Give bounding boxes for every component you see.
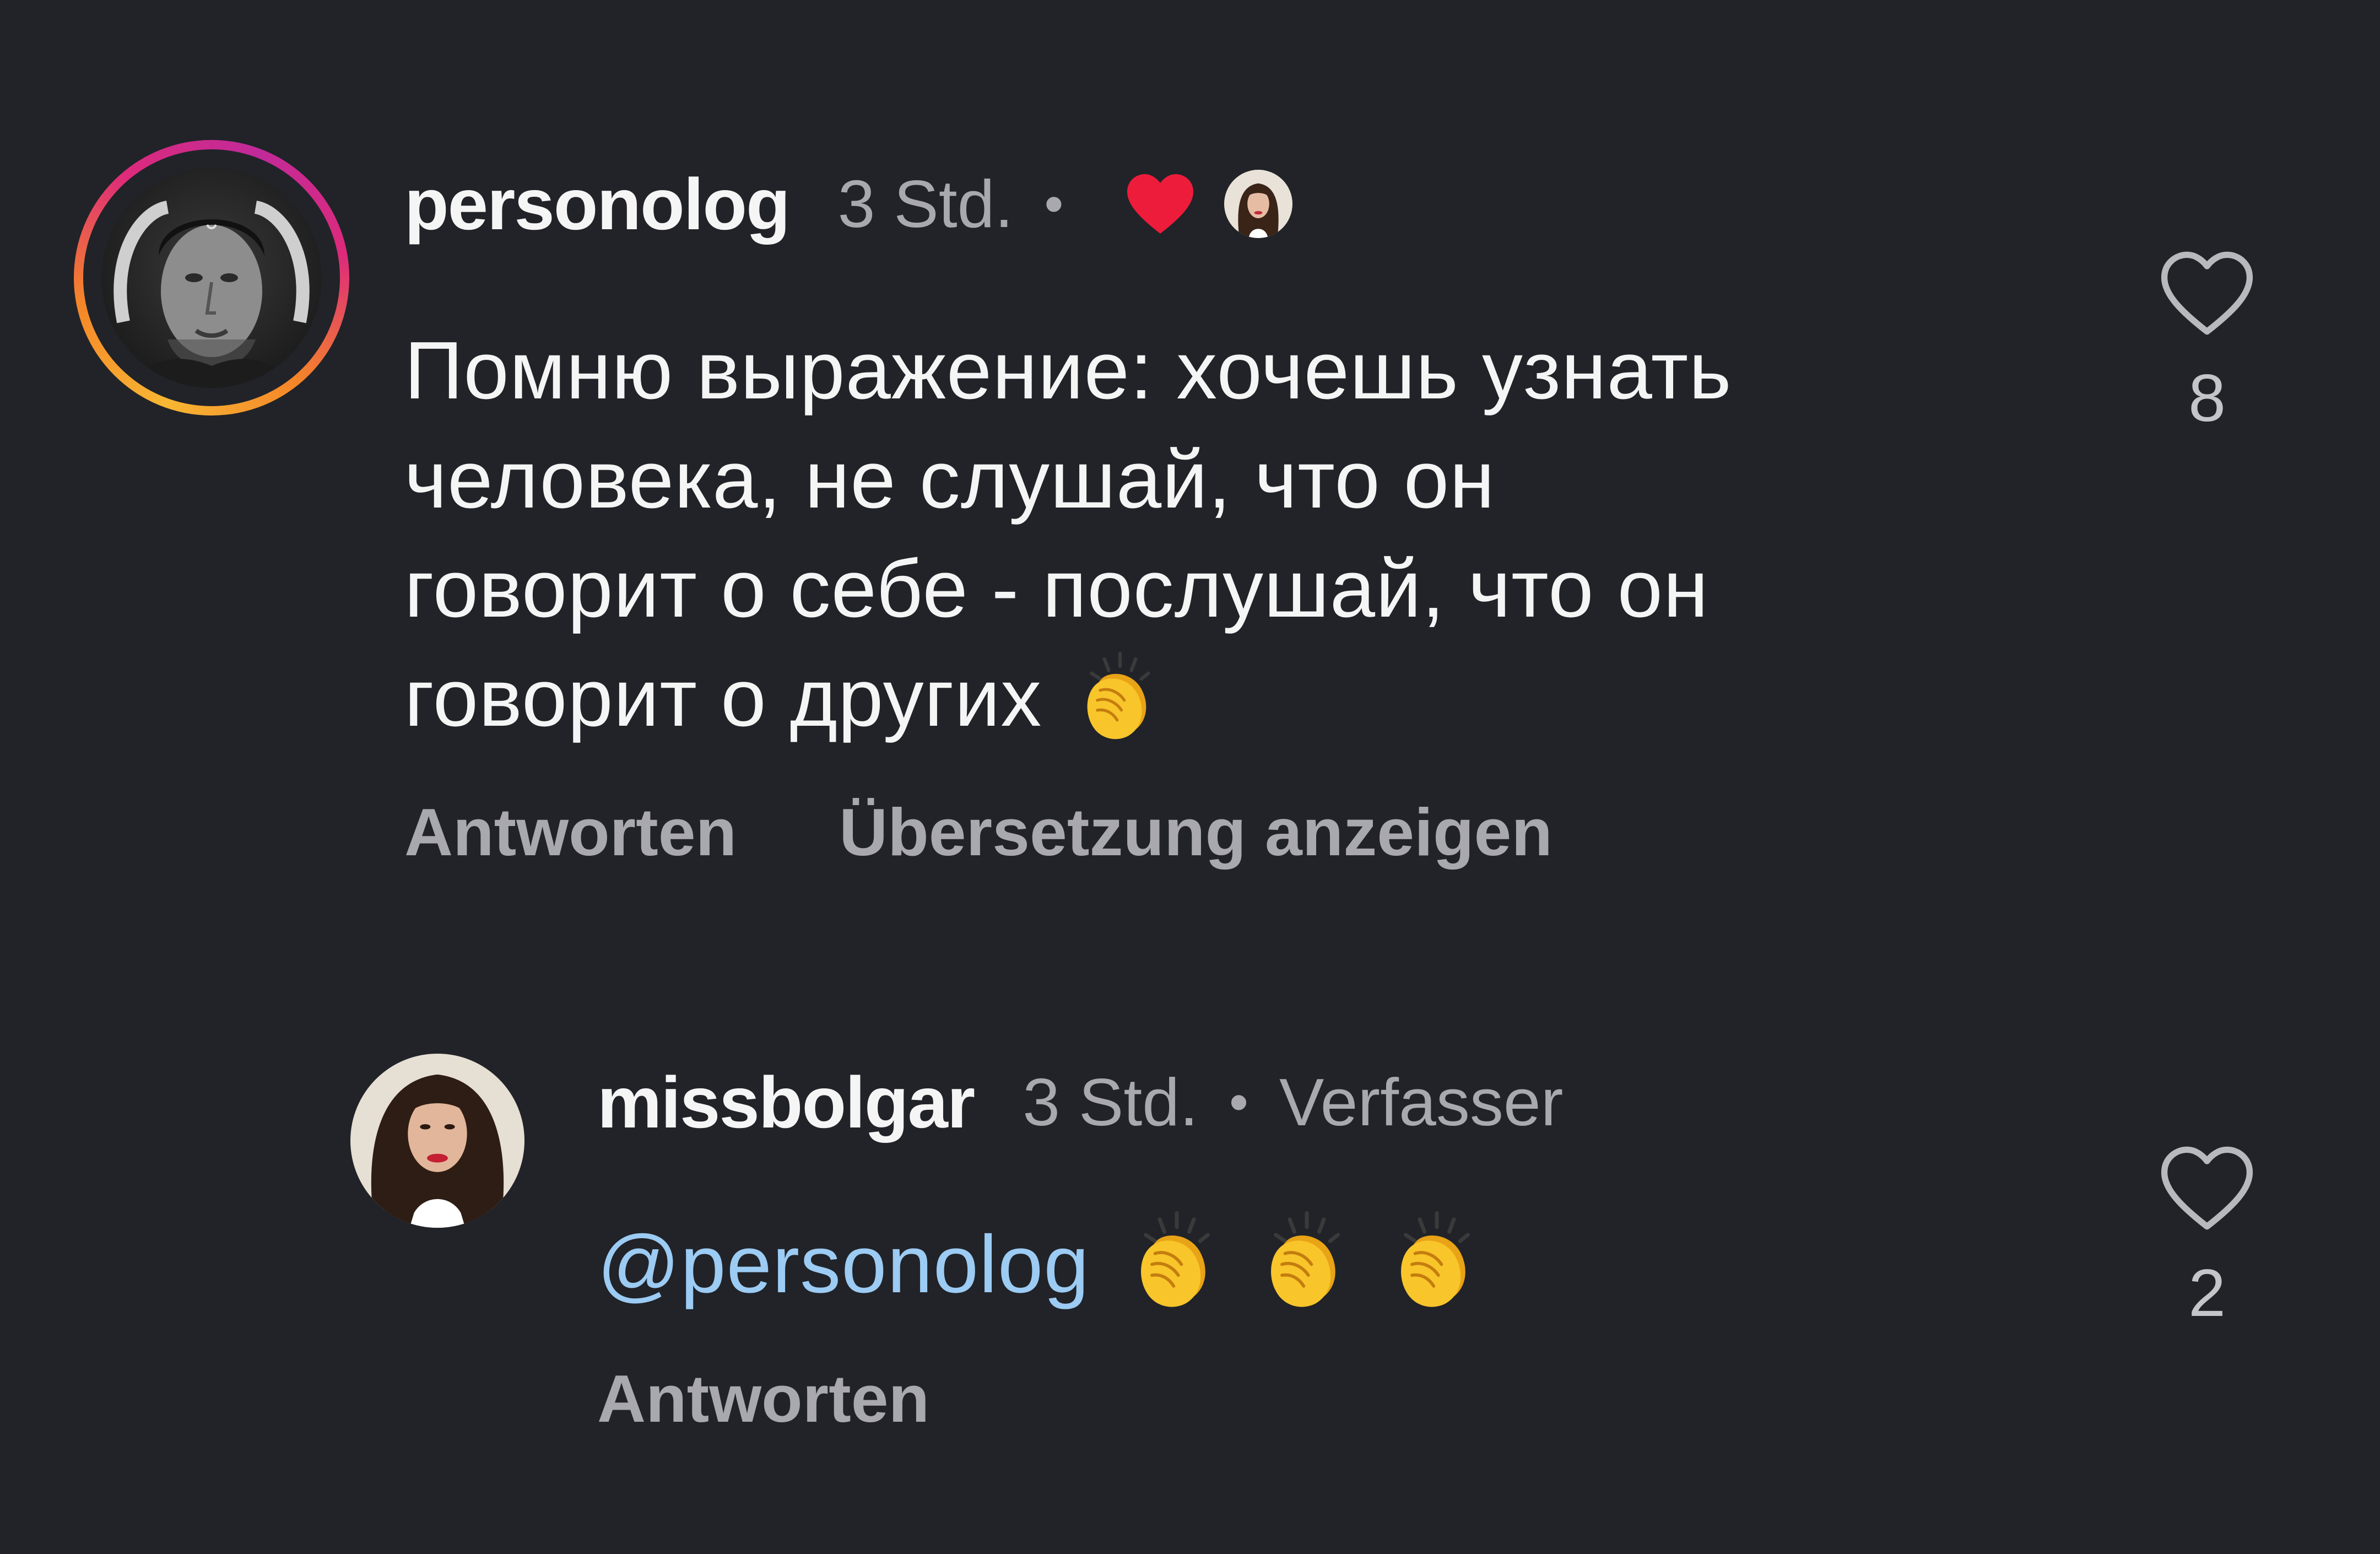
reply-button[interactable]: Antworten (597, 1360, 929, 1437)
timestamp: 3 Std. (837, 166, 1014, 241)
reply-text: @personolog (597, 1210, 1485, 1319)
reply-button[interactable]: Antworten (404, 794, 737, 871)
clapping-hands-emoji (1258, 1208, 1355, 1311)
like-count: 8 (2188, 360, 2226, 435)
author-badge: Verfasser (1279, 1065, 1564, 1140)
comment-line: Помню выражение: хочешь узнать (404, 325, 1732, 416)
reply-actions: Antworten (597, 1360, 929, 1437)
clapping-hands-emoji (1128, 1208, 1225, 1311)
author-avatar-small (1224, 170, 1293, 238)
like-column: 8 (2159, 249, 2255, 436)
comment-line: говорит о себе - послушай, что он (404, 543, 1709, 634)
timestamp: 3 Std. (1023, 1065, 1198, 1140)
comment-actions: Antworten Übersetzung anzeigen (404, 794, 1553, 871)
like-column: 2 (2159, 1144, 2255, 1331)
username[interactable]: personolog (404, 163, 791, 246)
comment-header: personolog 3 Std. • (404, 160, 1293, 248)
comment-text: Помню выражение: хочешь узнать человека,… (404, 316, 1732, 753)
avatar-story-ring[interactable] (74, 140, 349, 416)
avatar[interactable] (350, 1054, 524, 1228)
heart-outline-icon[interactable] (2159, 249, 2255, 337)
separator-dot: • (1044, 172, 1064, 235)
username[interactable]: missbolgar (597, 1061, 975, 1144)
comment-line-text: говорит о других (404, 652, 1042, 743)
comment-line: человека, не слушай, что он (404, 434, 1495, 525)
mention-link[interactable]: @personolog (597, 1219, 1090, 1310)
like-count: 2 (2188, 1255, 2226, 1330)
avatar (101, 168, 322, 388)
show-translation-button[interactable]: Übersetzung anzeigen (839, 794, 1553, 871)
reply-header: missbolgar 3 Std. • Verfasser (597, 1058, 1563, 1146)
separator-dot: • (1229, 1071, 1248, 1133)
heart-filled-icon (1125, 172, 1196, 236)
clapping-hands-emoji (1076, 649, 1164, 743)
heart-outline-icon[interactable] (2159, 1144, 2255, 1232)
clapping-hands-emoji (1388, 1208, 1485, 1311)
comment-line-last: говорит о других (404, 644, 1732, 753)
